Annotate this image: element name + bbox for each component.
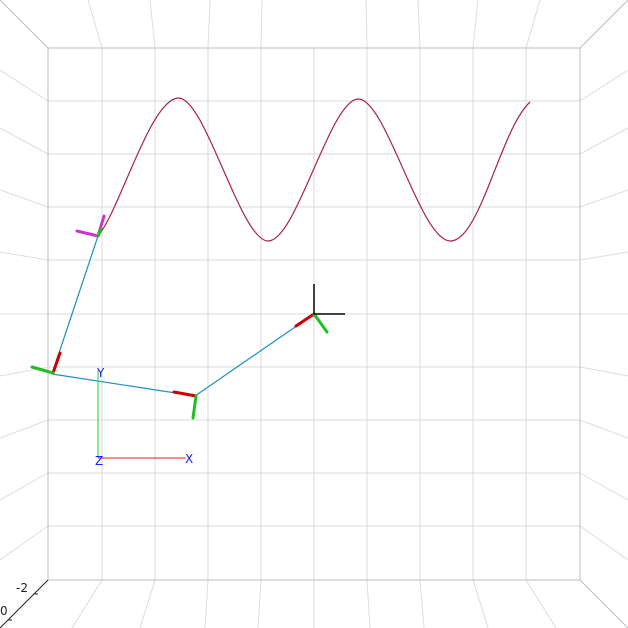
left-wall-line <box>0 127 49 155</box>
ceiling-line <box>472 0 479 49</box>
ceiling-line <box>365 0 368 49</box>
floor-line <box>472 579 489 628</box>
floor-line <box>71 579 103 628</box>
joint-frame-left <box>30 351 62 375</box>
floor-line <box>525 579 557 628</box>
left-wall-line <box>0 472 49 501</box>
joint-frames <box>30 214 329 420</box>
right-wall-line <box>579 127 628 155</box>
frame-y-axis <box>191 394 198 420</box>
floor-line <box>419 579 425 628</box>
x-axis-label: X <box>185 452 193 466</box>
right-wall-line <box>579 69 628 102</box>
ceiling-line <box>260 0 263 49</box>
left-wall-line <box>0 189 49 208</box>
left-wall-line <box>0 251 49 261</box>
corner-edge <box>579 579 628 628</box>
corner-edge <box>0 0 49 49</box>
right-wall-line <box>579 419 628 439</box>
left-wall-line <box>0 69 49 102</box>
frame-x-axis <box>172 390 198 398</box>
floor-line <box>139 579 156 628</box>
axis-gizmo: Y X Z <box>95 366 193 468</box>
frame-y-axis <box>312 312 329 334</box>
scene-canvas[interactable]: -2 0 Y X Z <box>0 0 628 628</box>
right-wall-line <box>579 472 628 501</box>
right-wall-line <box>579 251 628 261</box>
ceiling-line <box>417 0 421 49</box>
right-wall-line <box>579 189 628 208</box>
z-axis-label: Z <box>95 454 103 468</box>
right-wall-line <box>579 525 628 561</box>
left-wall-line <box>0 419 49 439</box>
floor-line <box>257 579 262 628</box>
depth-axis: -2 0 <box>0 579 49 628</box>
frame-z-axis <box>75 229 100 238</box>
corner-edge <box>579 0 628 49</box>
right-wall-line <box>579 366 628 377</box>
3d-viewport[interactable]: -2 0 Y X Z <box>0 0 628 628</box>
ceiling-line <box>207 0 211 49</box>
ceiling-line <box>87 0 103 49</box>
joint-frame-middle <box>172 390 198 420</box>
depth-tick-label-lower: 0 <box>0 604 8 618</box>
target-frame <box>313 284 345 315</box>
frame-x-axis <box>51 351 62 375</box>
joint-frame-end <box>294 312 329 334</box>
left-wall-line <box>0 525 49 561</box>
ceiling-line <box>525 0 541 49</box>
ceiling-line <box>149 0 156 49</box>
depth-tick-label-upper: -2 <box>16 581 28 595</box>
frame-x-axis <box>294 312 316 328</box>
tip-frame <box>75 214 106 238</box>
floor-line <box>204 579 209 628</box>
floor-line <box>366 579 371 628</box>
y-axis-label: Y <box>96 366 105 380</box>
